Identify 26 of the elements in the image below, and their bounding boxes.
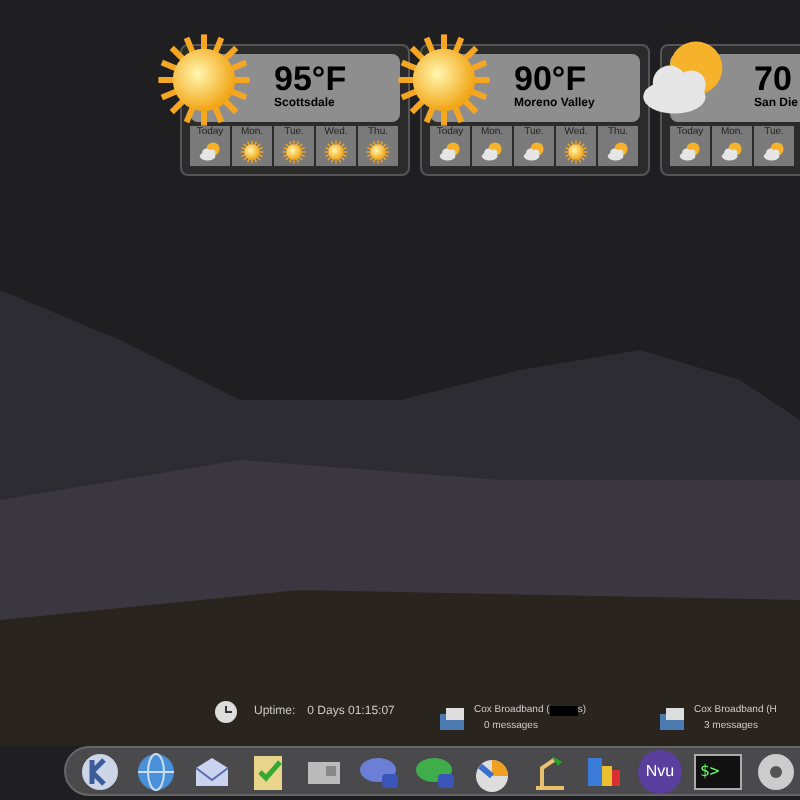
sun-icon bbox=[156, 32, 252, 128]
sun-cloud-icon bbox=[522, 140, 546, 164]
sun-cloud-icon bbox=[198, 140, 222, 164]
sun-cloud-icon bbox=[438, 140, 462, 164]
temperature: 95°F bbox=[274, 62, 349, 96]
terminal-icon[interactable]: $> bbox=[694, 753, 742, 789]
mail-icon[interactable] bbox=[660, 708, 686, 730]
clock-icon[interactable] bbox=[214, 700, 238, 724]
sun-cloud-icon bbox=[762, 140, 786, 164]
sun-icon bbox=[366, 140, 390, 164]
sun-icon bbox=[324, 140, 348, 164]
sun-icon bbox=[564, 140, 588, 164]
mail-icon[interactable] bbox=[440, 708, 466, 730]
sun-icon bbox=[240, 140, 264, 164]
disc-icon[interactable] bbox=[754, 749, 798, 793]
sun-icon bbox=[396, 32, 492, 128]
app-logo[interactable]: Nvu bbox=[638, 749, 682, 793]
temperature: 90°F bbox=[514, 62, 587, 96]
sun-cloud-icon bbox=[720, 140, 744, 164]
sun-cloud-icon bbox=[480, 140, 504, 164]
temperature: 70 bbox=[754, 62, 792, 96]
sun-cloud-icon bbox=[678, 140, 702, 164]
globe-icon[interactable] bbox=[134, 749, 178, 793]
sun-cloud-icon bbox=[606, 140, 630, 164]
sun-icon bbox=[282, 140, 306, 164]
gear-k-icon[interactable] bbox=[78, 749, 122, 793]
